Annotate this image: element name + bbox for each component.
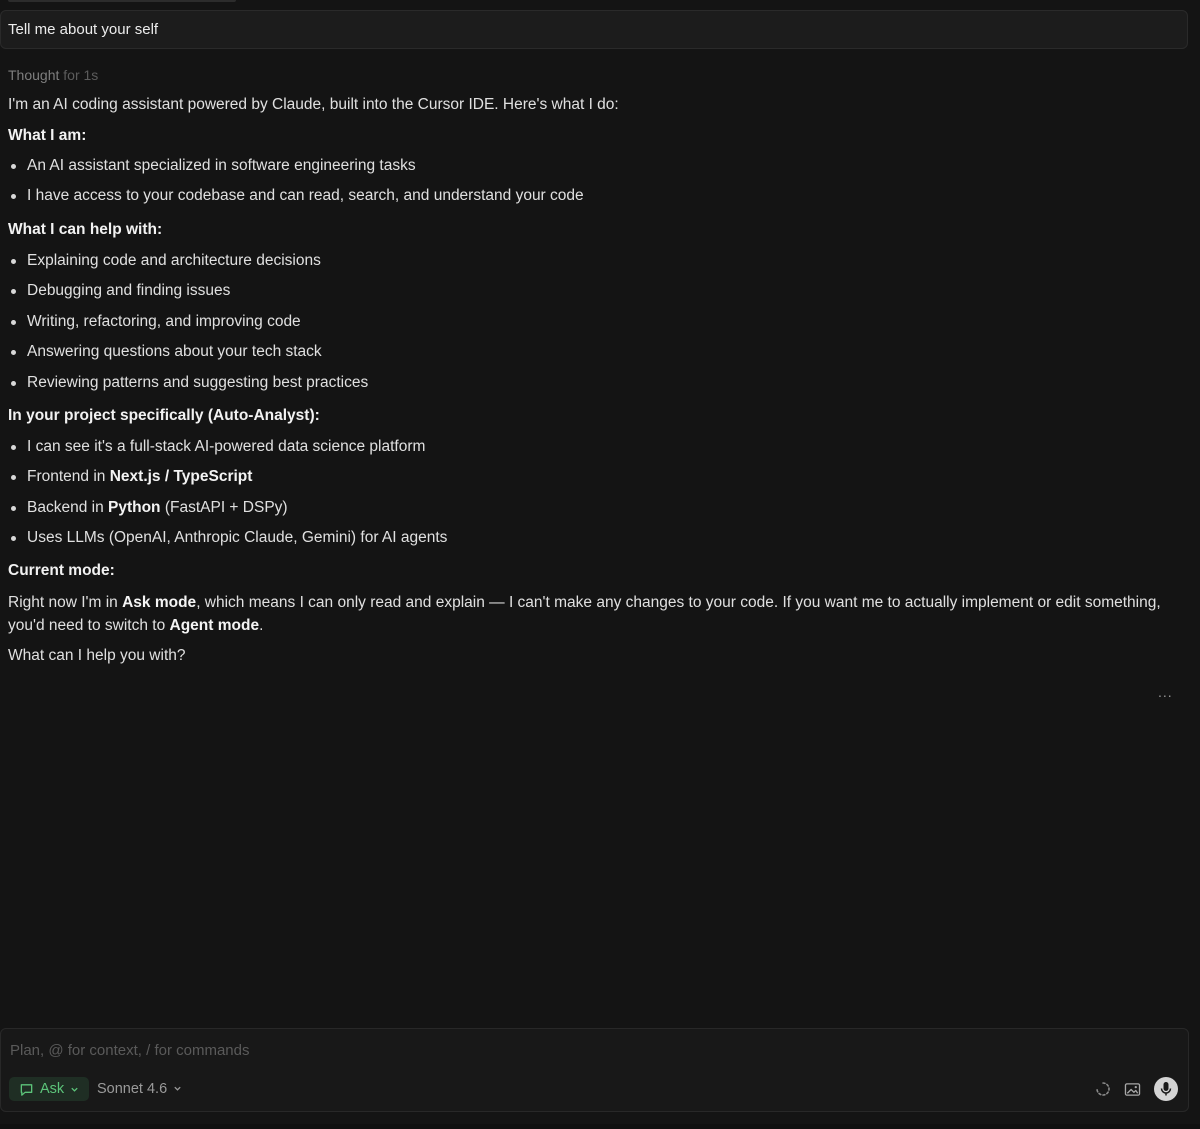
list-item: Explaining code and architecture decisio… (8, 250, 321, 272)
chevron-down-icon (70, 1085, 79, 1094)
thought-toggle[interactable]: Thought for 1s (8, 67, 98, 83)
section-heading: What I can help with: (8, 221, 163, 238)
list-item-text: (FastAPI + DSPy) (160, 499, 288, 516)
list-item: Writing, refactoring, and improving code (8, 311, 301, 333)
spinner-icon[interactable] (1094, 1080, 1112, 1098)
chat-input[interactable] (8, 1039, 1168, 1061)
list-item-bold: Python (108, 499, 161, 516)
user-message[interactable]: Tell me about your self (0, 10, 1188, 49)
user-message-text: Tell me about your self (8, 21, 159, 38)
ask-mode-text: Ask mode (122, 594, 197, 611)
list-item-bold: Next.js / TypeScript (109, 468, 253, 485)
microphone-icon[interactable] (1154, 1077, 1178, 1101)
paragraph-text: . (259, 617, 264, 634)
tab-indicator (8, 0, 236, 2)
model-selector[interactable]: Sonnet 4.6 (97, 1081, 182, 1097)
section-heading: Current mode: (8, 562, 115, 579)
thought-duration: for 1s (63, 67, 99, 83)
agent-mode-text: Agent mode (169, 617, 260, 634)
list-item: I have access to your codebase and can r… (8, 185, 584, 207)
list-item: Backend in Python (FastAPI + DSPy) (8, 497, 288, 519)
more-options-button[interactable]: ... (1158, 684, 1173, 700)
paragraph-text: Right now I'm in (8, 594, 123, 611)
response-closing: What can I help you with? (8, 647, 186, 664)
chevron-down-icon (173, 1081, 182, 1097)
composer: Ask Sonnet 4.6 (0, 1028, 1189, 1112)
mode-label: Ask (40, 1081, 65, 1097)
list-item: I can see it's a full-stack AI-powered d… (8, 436, 425, 458)
section-heading: In your project specifically (Auto-Analy… (8, 407, 320, 424)
list-item: Answering questions about your tech stac… (8, 341, 322, 363)
image-icon[interactable] (1123, 1080, 1141, 1098)
mode-paragraph: Right now I'm in Ask mode, which means I… (8, 591, 1183, 637)
section-heading: What I am: (8, 127, 87, 144)
list-item-text: Backend in (27, 499, 108, 516)
chat-panel: Tell me about your self Thought for 1s I… (0, 0, 1200, 1129)
model-label: Sonnet 4.6 (97, 1081, 168, 1097)
list-item-text: Frontend in (27, 468, 110, 485)
list-item: Uses LLMs (OpenAI, Anthropic Claude, Gem… (8, 527, 447, 549)
chat-icon (19, 1082, 34, 1097)
list-item: An AI assistant specialized in software … (8, 155, 416, 177)
mode-selector[interactable]: Ask (9, 1077, 89, 1101)
list-item: Frontend in Next.js / TypeScript (8, 466, 252, 488)
thought-label: Thought (8, 67, 60, 83)
bottom-border (0, 1124, 1200, 1129)
response-intro: I'm an AI coding assistant powered by Cl… (8, 96, 619, 113)
list-item: Reviewing patterns and suggesting best p… (8, 372, 368, 394)
list-item: Debugging and finding issues (8, 280, 230, 302)
